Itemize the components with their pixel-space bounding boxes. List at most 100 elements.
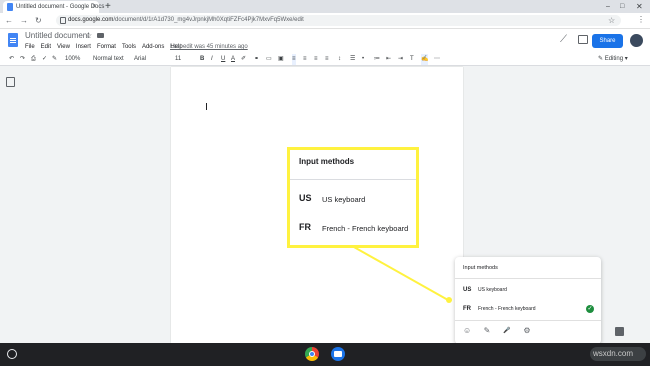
- selected-check-icon: ✓: [586, 305, 594, 313]
- menu-tools[interactable]: Tools: [122, 43, 136, 52]
- emoji-icon[interactable]: ☺: [463, 327, 471, 335]
- input-method-code: US: [463, 287, 472, 293]
- text-cursor: [206, 103, 207, 110]
- new-tab-button[interactable]: +: [105, 0, 111, 13]
- align-justify-icon[interactable]: ≡: [325, 54, 329, 65]
- popup-bottom-divider: [455, 320, 601, 321]
- redo-icon[interactable]: ↷: [20, 54, 25, 65]
- callout-divider: [290, 179, 416, 180]
- menu-format[interactable]: Format: [97, 43, 116, 52]
- paint-format-icon[interactable]: ✎: [52, 54, 57, 65]
- document-title[interactable]: Untitled document: [25, 31, 89, 41]
- docs-logo-icon[interactable]: [8, 33, 18, 47]
- star-icon[interactable]: ☆: [85, 31, 92, 41]
- callout-item-name: French - French keyboard: [322, 224, 409, 233]
- side-panel-icon[interactable]: [615, 327, 624, 336]
- input-method-code: FR: [463, 306, 471, 312]
- chromeos-shelf: [0, 343, 650, 366]
- launcher-icon[interactable]: [7, 349, 17, 359]
- handwriting-icon[interactable]: ✎: [483, 327, 491, 335]
- spellcheck-icon[interactable]: ✓: [42, 54, 47, 65]
- print-icon[interactable]: ⎙: [31, 54, 36, 65]
- forward-icon[interactable]: →: [20, 15, 28, 26]
- url-host: docs.google.com: [68, 17, 114, 23]
- undo-icon[interactable]: ↶: [9, 54, 14, 65]
- bulleted-list-icon[interactable]: •: [362, 54, 364, 65]
- font-size-select[interactable]: 11: [175, 54, 181, 65]
- url-path: /document/d/1rA1d730_mg4vJrpnkjMh0XqtiFZ…: [113, 17, 304, 23]
- browser-tab-strip: Untitled document - Google Docs × + – □ …: [0, 0, 650, 13]
- popup-divider: [455, 278, 601, 279]
- comment-add-icon[interactable]: ▭: [266, 54, 272, 65]
- maximize-window-icon[interactable]: □: [620, 0, 624, 13]
- callout-item-code: FR: [299, 222, 311, 232]
- docs-favicon-icon: [7, 3, 13, 11]
- input-method-fr[interactable]: FR French - French keyboard: [455, 303, 601, 315]
- docs-header: Untitled document ☆ File Edit View Inser…: [0, 29, 650, 54]
- activity-trend-icon[interactable]: ⟋: [560, 34, 567, 46]
- align-right-icon[interactable]: ≡: [314, 54, 318, 65]
- menu-file[interactable]: File: [25, 43, 35, 52]
- highlight-icon[interactable]: ✐: [241, 54, 246, 65]
- editing-mode-select[interactable]: ✎ Editing ▾: [598, 54, 628, 65]
- folder-icon[interactable]: [97, 33, 104, 38]
- style-select[interactable]: Normal text: [93, 54, 124, 65]
- account-avatar[interactable]: [630, 34, 643, 47]
- back-icon[interactable]: ←: [5, 15, 13, 26]
- menu-view[interactable]: View: [57, 43, 70, 52]
- image-icon[interactable]: ▣: [278, 54, 284, 65]
- callout-item-name: US keyboard: [322, 195, 366, 204]
- reload-icon[interactable]: ↻: [35, 15, 42, 26]
- clear-format-icon[interactable]: T: [410, 54, 414, 65]
- italic-icon[interactable]: I: [211, 54, 213, 65]
- align-left-icon[interactable]: ≡: [292, 54, 296, 65]
- document-outline-icon[interactable]: [6, 77, 15, 87]
- input-method-us[interactable]: US US keyboard: [455, 284, 601, 296]
- docs-menu-bar: File Edit View Insert Format Tools Add-o…: [25, 43, 183, 52]
- share-button[interactable]: Share: [592, 34, 623, 48]
- menu-edit[interactable]: Edit: [41, 43, 51, 52]
- checklist-icon[interactable]: ☰: [350, 54, 355, 65]
- vertical-scrollbar[interactable]: [641, 66, 650, 343]
- tab-close-icon[interactable]: ×: [92, 2, 96, 11]
- input-tools-icon[interactable]: ✍: [421, 54, 429, 65]
- input-method-name: US keyboard: [478, 287, 507, 293]
- input-methods-popup: Input methods US US keyboard FR French -…: [455, 257, 601, 344]
- text-color-icon[interactable]: A: [231, 54, 235, 65]
- callout-title: Input methods: [299, 157, 355, 166]
- address-bar[interactable]: docs.google.com/document/d/1rA1d730_mg4v…: [56, 15, 621, 26]
- increase-indent-icon[interactable]: ⇥: [398, 54, 403, 65]
- close-window-icon[interactable]: ✕: [636, 0, 643, 13]
- line-spacing-icon[interactable]: ↕: [338, 54, 341, 65]
- bold-icon[interactable]: B: [200, 54, 204, 65]
- browser-tab[interactable]: Untitled document - Google Docs ×: [3, 1, 104, 13]
- url-text: docs.google.com/document/d/1rA1d730_mg4v…: [68, 16, 304, 25]
- voice-input-icon[interactable]: 🎤: [503, 327, 511, 335]
- chrome-browser-icon[interactable]: [305, 347, 319, 361]
- files-app-icon[interactable]: [331, 347, 345, 361]
- browser-menu-icon[interactable]: ⋮: [637, 14, 645, 25]
- zoom-select[interactable]: 100%: [65, 54, 80, 65]
- watermark: wsxdn.com: [593, 349, 634, 358]
- underline-icon[interactable]: U: [221, 54, 225, 65]
- minimize-window-icon[interactable]: –: [606, 0, 610, 13]
- last-edit-link[interactable]: Last edit was 45 minutes ago: [170, 43, 248, 52]
- editing-mode-label: Editing: [604, 56, 624, 62]
- numbered-list-icon[interactable]: ≔: [374, 54, 380, 65]
- input-method-name: French - French keyboard: [478, 306, 536, 312]
- popup-title: Input methods: [463, 265, 498, 271]
- menu-add-ons[interactable]: Add-ons: [142, 43, 164, 52]
- link-icon[interactable]: ⚭: [254, 54, 259, 65]
- input-methods-callout: Input methods US US keyboard FR French -…: [287, 147, 419, 248]
- settings-icon[interactable]: ⚙: [523, 327, 531, 335]
- align-center-icon[interactable]: ≡: [303, 54, 307, 65]
- lock-icon: [60, 17, 66, 24]
- comments-icon[interactable]: [578, 35, 588, 44]
- font-select[interactable]: Arial: [134, 54, 146, 65]
- callout-item-code: US: [299, 193, 312, 203]
- browser-toolbar: ← → ↻ docs.google.com/document/d/1rA1d73…: [0, 13, 650, 29]
- decrease-indent-icon[interactable]: ⇤: [386, 54, 391, 65]
- more-options-icon[interactable]: ⋯: [434, 54, 440, 65]
- menu-insert[interactable]: Insert: [76, 43, 91, 52]
- bookmark-star-icon[interactable]: ☆: [608, 15, 615, 26]
